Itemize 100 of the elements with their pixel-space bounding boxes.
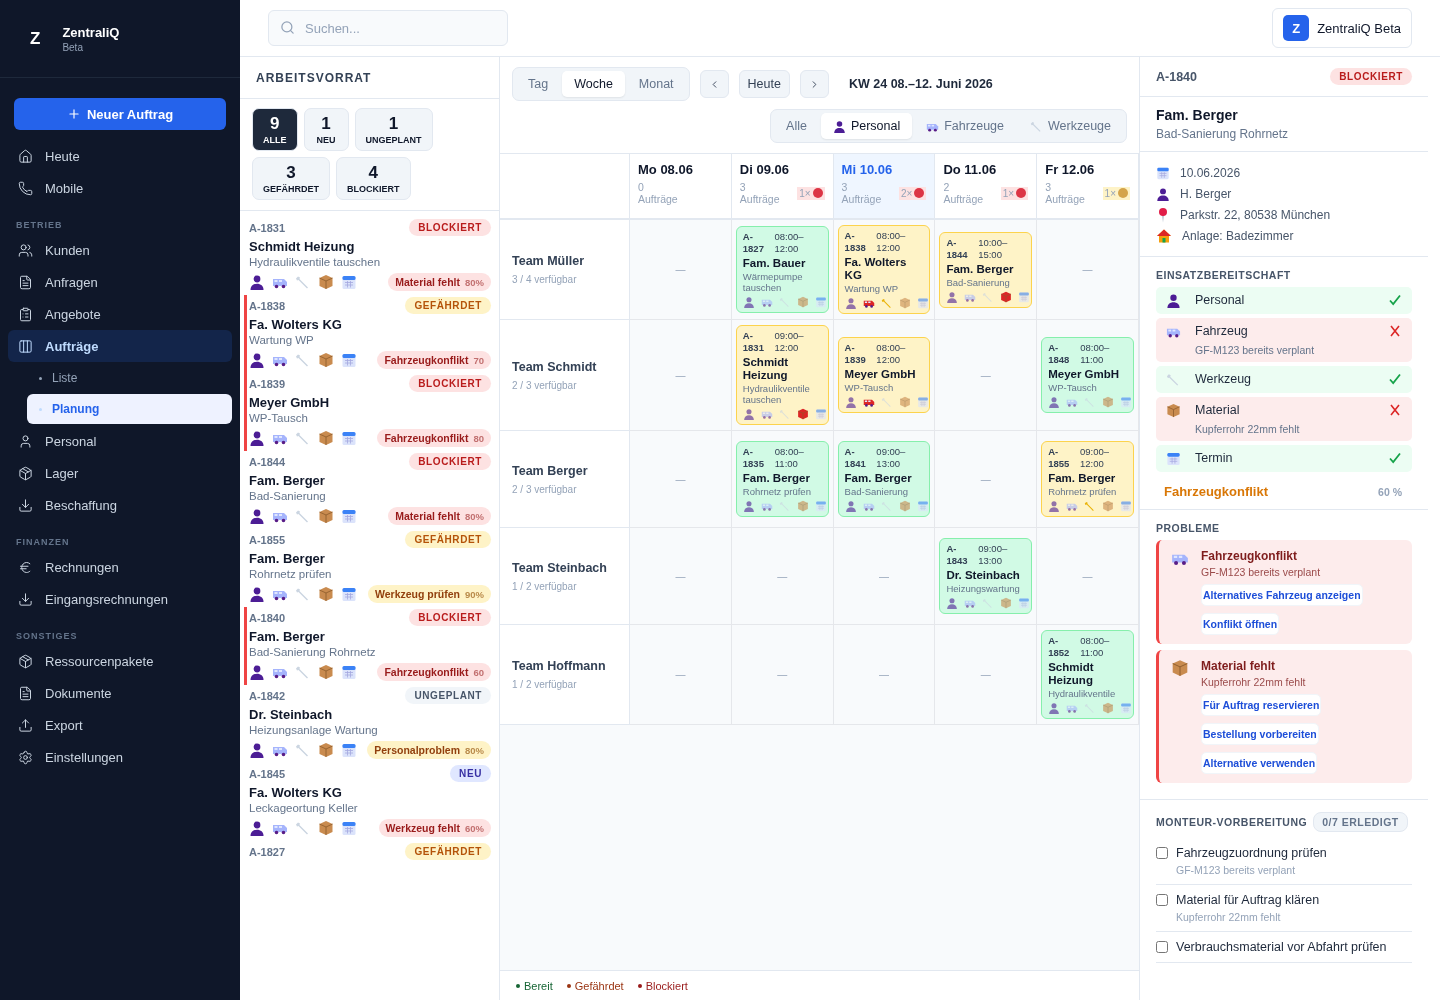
order-id: A-1840 <box>1156 69 1197 84</box>
status-badge: GEFÄHRDET <box>405 297 491 314</box>
filter-chip[interactable]: 1 UNGEPLANT <box>354 108 433 151</box>
resource-filter-tab[interactable]: Werkzeuge <box>1018 113 1123 139</box>
appointment-card[interactable]: A-1831 09:00–12:00 Schmidt Heizung Hydraulikventile tauschen <box>735 325 829 425</box>
customer-name: Fam. Berger <box>249 551 326 566</box>
status-badge: BLOCKIERT <box>409 609 491 626</box>
resource-filter-tab[interactable]: Fahrzeuge <box>914 113 1016 139</box>
filter-chip[interactable]: 3 GEFÄHRDET <box>252 157 330 200</box>
search-field[interactable]: Suchen... <box>268 10 508 46</box>
checkbox[interactable] <box>1156 941 1168 953</box>
appointment-card[interactable]: A-1839 08:00–12:00 Meyer GmbH WP-Tausch <box>837 337 931 413</box>
nav-icon <box>18 180 33 196</box>
customer-name: Fam. Berger <box>1156 107 1239 123</box>
nav-item[interactable]: Anfragen <box>8 266 232 298</box>
nav-subitem[interactable]: Planung <box>27 394 232 424</box>
order-item[interactable]: A-1831 BLOCKIERT Schmidt Heizung Hydraulikventile tauschen Material fehlt 80% <box>244 217 493 295</box>
order-id: A-1842 <box>249 689 286 702</box>
appointment-card[interactable]: A-1835 08:00–11:00 Fam. Berger Rohrnetz prüfen <box>735 441 829 517</box>
nav-item[interactable]: Beschaffung <box>8 489 232 521</box>
card-task: WP-Tausch <box>844 382 895 393</box>
panel-title: ARBEITSVORRAT <box>240 57 499 99</box>
new-order-button[interactable]: Neuer Auftrag <box>14 98 226 130</box>
person-icon <box>249 352 265 368</box>
appointment-card[interactable]: A-1827 08:00–12:00 Fam. Bauer Wärmepumpe tauschen <box>735 226 829 313</box>
order-item[interactable]: A-1827 GEFÄHRDET <box>244 841 493 864</box>
empty-slot: — <box>879 669 889 680</box>
person-icon <box>832 119 846 133</box>
action-button[interactable]: Für Auftrag reservieren <box>1201 694 1322 716</box>
order-item[interactable]: A-1845 NEU Fa. Wolters KG Leckageortung Keller Werkzeug fehlt 60% <box>244 763 493 841</box>
nav-item[interactable]: Heute <box>8 140 232 172</box>
filter-chip[interactable]: 4 BLOCKIERT <box>336 157 411 200</box>
checkbox[interactable] <box>1156 894 1168 906</box>
nav-item[interactable]: Rechnungen <box>8 551 232 583</box>
conflict-badge: 1× <box>1102 186 1130 200</box>
app-name: ZentraliQ <box>62 24 120 40</box>
action-button[interactable]: Alternatives Fahrzeug anzeigen <box>1201 584 1363 606</box>
appointment-card[interactable]: A-1838 08:00–12:00 Fa. Wolters KG Wartung WP <box>837 225 931 314</box>
action-button[interactable]: Konflikt öffnen <box>1201 613 1280 635</box>
view-tab[interactable]: Monat <box>626 71 686 97</box>
order-id: A-1831 <box>249 221 286 234</box>
checkbox[interactable] <box>1156 847 1168 859</box>
nav-item[interactable]: Aufträge <box>8 330 232 362</box>
nav-item[interactable]: Einstellungen <box>8 741 232 773</box>
calendar-icon <box>341 586 357 602</box>
appointment-card[interactable]: A-1848 08:00–11:00 Meyer GmbH WP-Tausch <box>1041 337 1134 413</box>
appointment-card[interactable]: A-1855 09:00–12:00 Fam. Berger Rohrnetz prüfen <box>1041 441 1134 517</box>
readiness-label: Werkzeug <box>1195 372 1253 386</box>
filter-chip[interactable]: 9 ALLE <box>252 108 298 151</box>
day-label: Mo 08.06 <box>638 162 694 177</box>
order-item[interactable]: A-1840 BLOCKIERT Fam. Berger Bad-Sanierung Rohrnetz Fahrzeugkonflikt 60 <box>244 607 493 685</box>
nav-item[interactable]: Ressourcenpakete <box>8 645 232 677</box>
nav-item[interactable]: Dokumente <box>8 677 232 709</box>
nav-item[interactable]: Personal <box>8 425 232 457</box>
team-availability: 2 / 3 verfügbar <box>512 379 578 391</box>
nav-item[interactable]: Angebote <box>8 298 232 330</box>
filter-chip[interactable]: 1 NEU <box>303 108 349 151</box>
order-item[interactable]: A-1842 UNGEPLANT Dr. Steinbach Heizungsanlage Wartung Personalproblem 80% <box>244 685 493 763</box>
order-id: A-1840 <box>249 611 286 624</box>
card-id: A-1839 <box>844 342 867 366</box>
action-button[interactable]: Bestellung vorbereiten <box>1201 723 1319 745</box>
nav-icon <box>18 274 33 290</box>
order-item[interactable]: A-1838 GEFÄHRDET Fa. Wolters KG Wartung WP Fahrzeugkonflikt 70 <box>244 295 493 373</box>
nav-item[interactable]: Kunden <box>8 234 232 266</box>
view-tab[interactable]: Woche <box>562 71 625 97</box>
nav-icon <box>18 242 33 258</box>
wrench-icon <box>295 586 311 602</box>
person-icon <box>249 820 265 836</box>
resource-filter-tab[interactable]: Alle <box>774 113 819 139</box>
nav-item[interactable]: Mobile <box>8 172 232 204</box>
order-item[interactable]: A-1839 BLOCKIERT Meyer GmbH WP-Tausch Fahrzeugkonflikt 80 <box>244 373 493 451</box>
person-icon <box>249 508 265 524</box>
resource-filter-tab[interactable]: Personal <box>820 113 913 139</box>
nav-item[interactable]: Lager <box>8 457 232 489</box>
card-task: Bad-Sanierung <box>946 276 1011 288</box>
customer-name: Fa. Wolters KG <box>249 785 343 800</box>
team-name: Team Müller <box>512 254 585 268</box>
action-button[interactable]: Alternative verwenden <box>1201 752 1318 774</box>
customer-name: Dr. Steinbach <box>249 707 334 722</box>
appointment-card[interactable]: A-1841 09:00–13:00 Fam. Berger Bad-Sanierung <box>837 441 931 517</box>
appointment-card[interactable]: A-1852 08:00–11:00 Schmidt Heizung Hydraulikventile <box>1041 630 1134 719</box>
order-item[interactable]: A-1855 GEFÄHRDET Fam. Berger Rohrnetz prüfen Werkzeug prüfen 90% <box>244 529 493 607</box>
search-icon <box>280 20 295 35</box>
today-button[interactable]: Heute <box>738 70 790 98</box>
nav-subitem[interactable]: Liste <box>27 363 232 393</box>
card-customer: Meyer GmbH <box>844 368 917 381</box>
appointment-card[interactable]: A-1843 09:00–13:00 Dr. Steinbach Heizungswartung <box>939 538 1033 614</box>
legend-item: Gefährdet <box>566 979 624 992</box>
order-item[interactable]: A-1844 BLOCKIERT Fam. Berger Bad-Sanierung Material fehlt 80% <box>244 451 493 529</box>
view-tab[interactable]: Tag <box>516 71 561 97</box>
issue-label: Personalproblem <box>374 744 460 756</box>
nav-item[interactable]: Eingangsrechnungen <box>8 583 232 615</box>
team-name: Team Berger <box>512 463 589 478</box>
card-task: Hydraulikventile <box>1048 688 1117 699</box>
nav-item[interactable]: Export <box>8 709 232 741</box>
workspace-button[interactable]: Z ZentraliQ Beta <box>1272 8 1412 48</box>
app-logo: Z <box>30 28 41 49</box>
cross-icon <box>1388 324 1402 338</box>
checklist-note: Kupferrohr 22mm fehlt <box>1176 911 1282 923</box>
appointment-card[interactable]: A-1844 10:00–15:00 Fam. Berger Bad-Sanierung <box>939 231 1033 308</box>
